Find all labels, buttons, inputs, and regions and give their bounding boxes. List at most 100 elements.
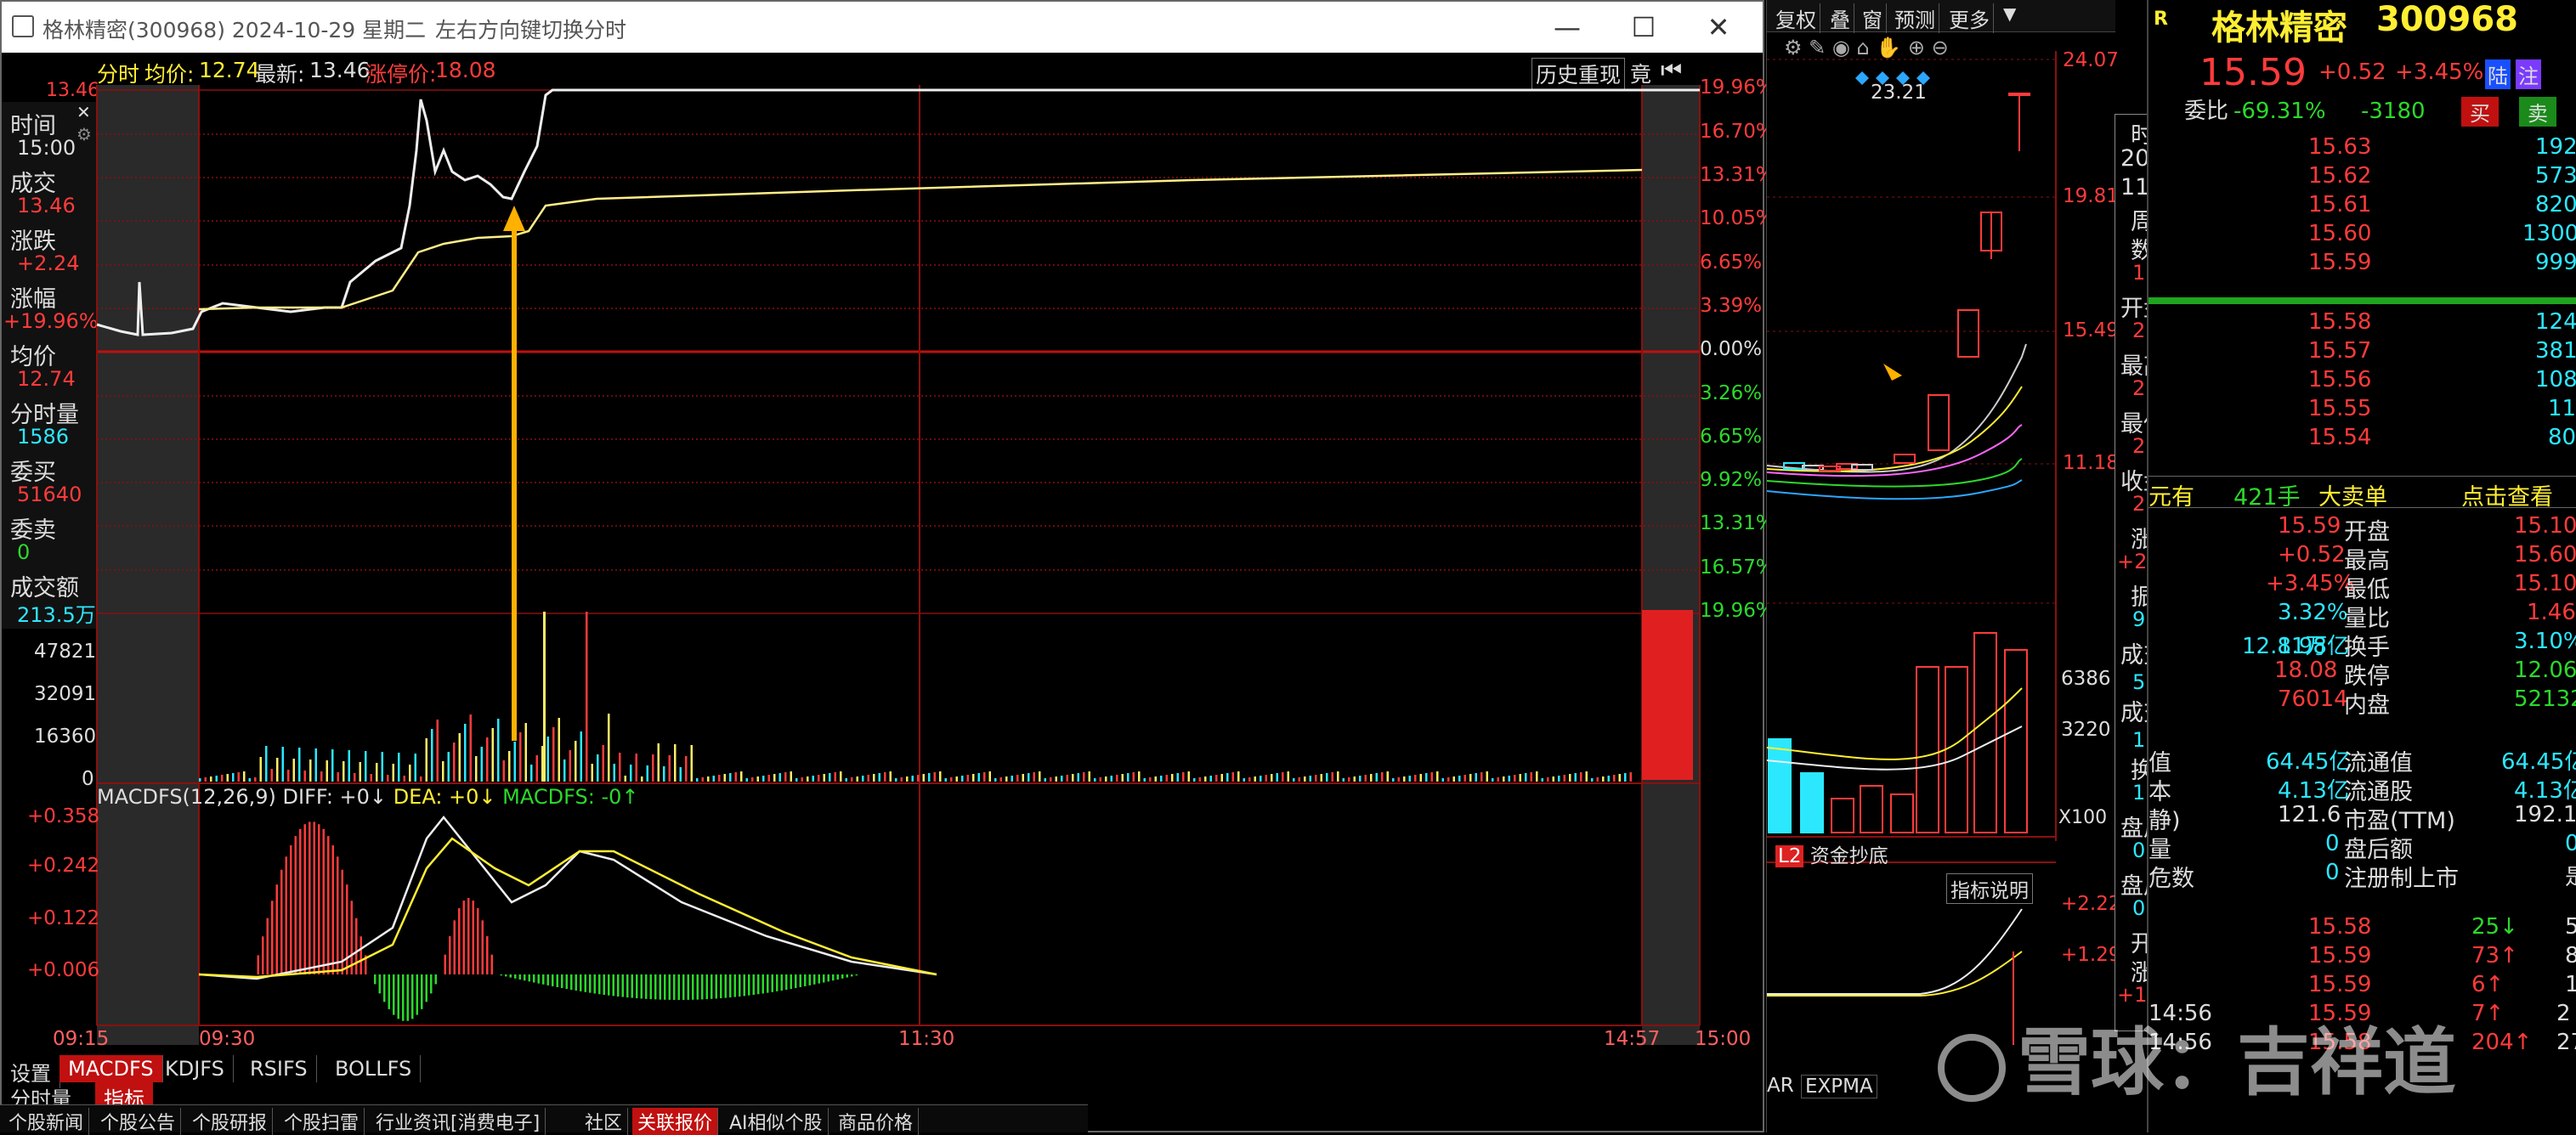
macd-bar-pos	[280, 869, 283, 974]
volume-bar	[1419, 774, 1422, 782]
auction-button[interactable]: 竟	[1630, 58, 1651, 88]
stat-right-0: 15.10	[2514, 513, 2576, 539]
zhu-badge: 注	[2516, 59, 2541, 89]
macd-bar-pos	[458, 908, 461, 974]
volume-bar	[519, 732, 522, 782]
volume-bar	[259, 757, 262, 782]
tab-1[interactable]: MACDFS	[59, 1055, 163, 1082]
bottom-tab-0[interactable]: 个股新闻	[3, 1108, 90, 1135]
volume-bar	[1508, 776, 1510, 782]
bid-price-0: 15.58	[2308, 309, 2372, 335]
kline-tab-1[interactable]: EXPMA	[1801, 1075, 1877, 1098]
macd-bar-pos	[303, 824, 306, 974]
buy-button[interactable]: 买	[2461, 97, 2499, 127]
tab-2[interactable]: KDJFS	[156, 1055, 234, 1082]
volume-bar	[1099, 777, 1101, 782]
close-icon[interactable]: ✕	[1700, 8, 1737, 46]
candle-4	[1851, 464, 1873, 471]
candle-7	[1957, 309, 1979, 358]
indicator-help-button[interactable]: 指标说明	[1946, 873, 2033, 904]
volume-bar	[1386, 771, 1389, 782]
volume-bar	[370, 774, 372, 782]
macd-bar-pos	[444, 954, 446, 974]
skip-back-icon[interactable]: ⏮	[1661, 56, 1682, 85]
stat-mid-1: 跌停	[2344, 663, 2390, 690]
bid-vol-4: 80	[2548, 425, 2576, 450]
macd-value: MACDFS: -0↑	[502, 785, 639, 809]
volume-spike	[543, 612, 546, 782]
macd-bar-neg	[593, 974, 596, 994]
macd-bar-pos	[462, 901, 465, 974]
pct-tick-5: 3.39%	[1700, 295, 1763, 317]
volume-bar	[1403, 776, 1406, 782]
volume-bar	[1486, 771, 1488, 782]
macd-bar-neg	[509, 974, 512, 978]
volume-bar	[447, 752, 450, 782]
latest-label: 最新:	[255, 62, 305, 87]
tab-4[interactable]: BOLLFS	[326, 1055, 422, 1082]
volume-bar	[983, 772, 986, 782]
macd-bar-neg	[761, 974, 764, 994]
maximize-icon[interactable]: ☐	[1625, 8, 1662, 46]
volume-bar	[586, 612, 588, 782]
volume-bar	[431, 729, 433, 782]
macd-bar-pos	[318, 824, 320, 974]
volume-bar	[1464, 775, 1466, 782]
volume-bar	[1591, 778, 1594, 782]
volume-bar	[773, 774, 776, 782]
macd-bar-neg	[580, 974, 582, 991]
volume-bar	[840, 771, 842, 782]
volume-bar	[873, 774, 875, 782]
sell-button[interactable]: 卖	[2519, 97, 2556, 127]
bottom-tab-2[interactable]: 个股研报	[187, 1108, 274, 1135]
stat-right-8: 192.1	[2514, 802, 2576, 827]
stat-right-6: 64.45亿	[2501, 749, 2576, 775]
bigorder-d[interactable]: 点击查看	[2461, 478, 2553, 511]
volume-bar	[1441, 778, 1444, 782]
macd-bar-neg	[621, 974, 624, 997]
vol-tick-0: 47821	[34, 641, 97, 663]
tick-price-0: 15.58	[2308, 914, 2372, 940]
minimize-icon[interactable]: —	[1548, 8, 1586, 46]
volume-bar	[1105, 776, 1107, 782]
fund-indicator[interactable]: L2 资金抄底	[1775, 839, 1888, 868]
macd-dea: DEA: +0↓	[393, 785, 496, 809]
macd-bar-neg	[752, 974, 755, 995]
volume-bar	[790, 771, 792, 782]
volume-bar	[619, 753, 621, 782]
big-order-bar[interactable]: 元有 421手 大卖单 点击查看	[2149, 476, 2576, 511]
volume-bar	[215, 776, 218, 782]
macd-bar-neg	[818, 974, 820, 984]
macd-bar-neg	[575, 974, 577, 991]
volume-bar	[1287, 771, 1289, 782]
macd-bar-pos	[290, 845, 292, 974]
macd-bar-pos	[285, 856, 287, 974]
bottom-tab-5[interactable]: 社区	[580, 1108, 629, 1135]
bottom-tab-6[interactable]: 关联报价	[632, 1108, 719, 1135]
bottom-tab-8[interactable]: 商品价格	[833, 1108, 920, 1135]
volume-bar	[1414, 775, 1417, 782]
volume-bar	[1121, 774, 1124, 782]
volume-bar	[1209, 776, 1212, 782]
volume-bar	[1514, 775, 1516, 782]
volume-bar	[1569, 774, 1571, 782]
kline-tab-0[interactable]: AR	[1767, 1075, 1794, 1097]
macd-bar-pos	[257, 955, 259, 974]
macd-bar-neg	[542, 974, 545, 985]
volume-bar	[1193, 778, 1196, 782]
macd-bar-neg	[668, 974, 671, 1000]
kline-vol-2	[1831, 798, 1854, 833]
bottom-tab-4[interactable]: 行业资讯[消费电子]	[371, 1108, 546, 1135]
bottom-tab-3[interactable]: 个股扫雷	[279, 1108, 365, 1135]
macd-bar-neg	[570, 974, 573, 991]
bottom-tab-7[interactable]: AI相似个股	[724, 1108, 829, 1135]
volume-bar	[845, 778, 847, 782]
volume-bar	[674, 744, 677, 782]
vol-ma1	[1767, 687, 2023, 760]
tab-3[interactable]: RSIFS	[241, 1055, 317, 1082]
volume-bar	[933, 772, 936, 782]
macd-bar-neg	[552, 974, 554, 986]
bottom-tab-1[interactable]: 个股公告	[95, 1108, 182, 1135]
macd-bar-pos	[309, 822, 311, 974]
time-tick-4: 15:00	[1695, 1028, 1752, 1050]
